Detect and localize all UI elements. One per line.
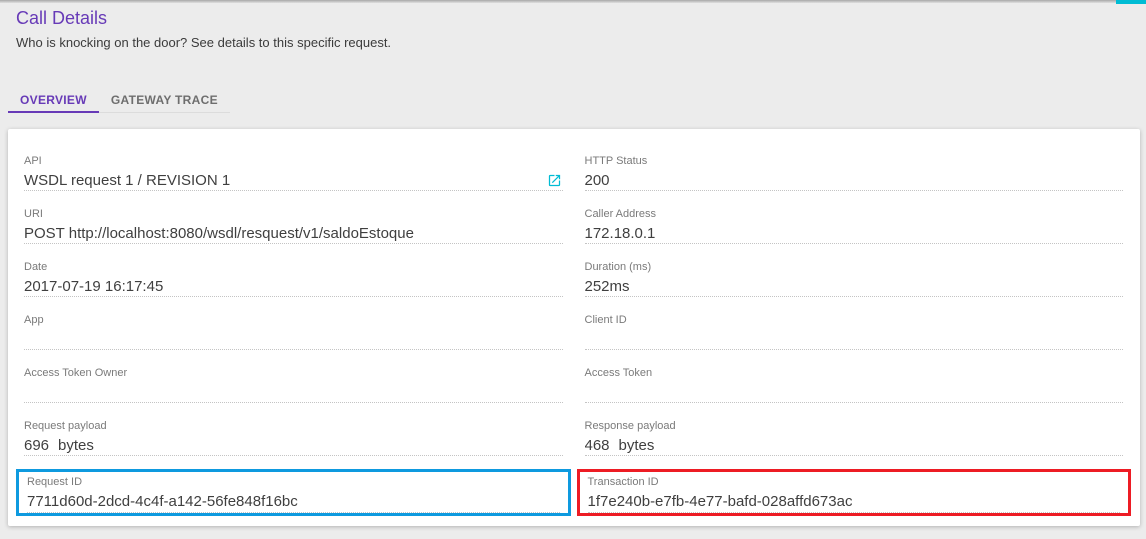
field-label: HTTP Status	[584, 155, 648, 167]
field-uri: URI POST http://localhost:8080/wsdl/resq…	[24, 204, 563, 244]
tab-gateway-trace[interactable]: GATEWAY TRACE	[99, 87, 230, 113]
open-in-new-icon[interactable]	[547, 172, 563, 188]
field-value: WSDL request 1 / REVISION 1	[24, 171, 231, 189]
call-details-card: API WSDL request 1 / REVISION 1 URI POST…	[8, 129, 1140, 526]
field-access-token: Access Token	[584, 363, 1123, 403]
left-column: API WSDL request 1 / REVISION 1 URI POST…	[16, 151, 571, 516]
field-app: App	[24, 310, 563, 350]
top-divider-line	[0, 0, 1146, 3]
field-label: Request ID	[27, 476, 83, 488]
field-label: API	[24, 155, 42, 167]
field-label: Caller Address	[584, 208, 657, 220]
field-label: Client ID	[584, 314, 627, 326]
field-http-status: HTTP Status 200	[584, 151, 1123, 191]
field-label: Request payload	[24, 420, 107, 432]
tab-bar: OVERVIEW GATEWAY TRACE	[8, 87, 230, 113]
field-response-payload: Response payload 468 bytes	[584, 416, 1123, 456]
field-value: 468	[584, 436, 610, 454]
field-request-payload: Request payload 696 bytes	[24, 416, 563, 456]
page-subtitle: Who is knocking on the door? See details…	[16, 35, 392, 50]
top-accent-bar	[1116, 0, 1146, 4]
field-label: Access Token	[584, 367, 653, 379]
field-value: 2017-07-19 16:17:45	[24, 277, 164, 295]
field-label: Access Token Owner	[24, 367, 128, 379]
field-label: Transaction ID	[587, 476, 659, 488]
field-value: 200	[584, 171, 610, 189]
field-value: 172.18.0.1	[584, 224, 656, 242]
field-duration: Duration (ms) 252ms	[584, 257, 1123, 297]
field-date: Date 2017-07-19 16:17:45	[24, 257, 563, 297]
field-value: 252ms	[584, 277, 630, 295]
field-transaction-id: Transaction ID 1f7e240b-e7fb-4e77-bafd-0…	[587, 473, 1120, 513]
field-value: POST http://localhost:8080/wsdl/resquest…	[24, 224, 414, 242]
page-title: Call Details	[16, 8, 108, 28]
right-column: HTTP Status 200 Caller Address 172.18.0.…	[576, 151, 1131, 516]
tab-overview[interactable]: OVERVIEW	[8, 87, 99, 113]
field-caller-address: Caller Address 172.18.0.1	[584, 204, 1123, 244]
field-value: 1f7e240b-e7fb-4e77-bafd-028affd673ac	[587, 492, 853, 510]
field-unit: bytes	[58, 436, 94, 454]
field-client-id: Client ID	[584, 310, 1123, 350]
page-header: Call Details Who is knocking on the door…	[0, 0, 1146, 50]
field-label: URI	[24, 208, 43, 220]
field-unit: bytes	[618, 436, 655, 454]
transaction-id-highlight-box: Transaction ID 1f7e240b-e7fb-4e77-bafd-0…	[576, 469, 1131, 516]
field-api: API WSDL request 1 / REVISION 1	[24, 151, 563, 191]
request-id-highlight-box: Request ID 7711d60d-2dcd-4c4f-a142-56fe8…	[16, 469, 571, 516]
field-label: Response payload	[584, 420, 676, 432]
field-label: Date	[24, 261, 48, 273]
field-request-id: Request ID 7711d60d-2dcd-4c4f-a142-56fe8…	[27, 473, 560, 513]
field-label: Duration (ms)	[584, 261, 652, 273]
field-value: 7711d60d-2dcd-4c4f-a142-56fe848f16bc	[27, 492, 298, 510]
field-label: App	[24, 314, 44, 326]
field-value: 696	[24, 436, 50, 454]
field-access-token-owner: Access Token Owner	[24, 363, 563, 403]
